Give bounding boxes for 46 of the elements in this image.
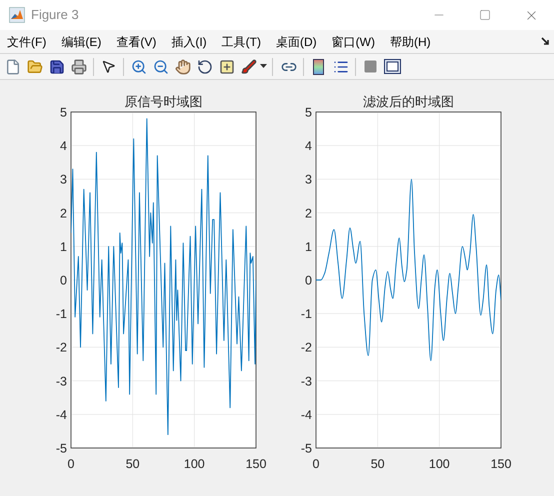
tick-label: -5 xyxy=(300,442,312,456)
window-title: Figure 3 xyxy=(31,6,79,24)
tick-label: -2 xyxy=(56,340,67,355)
menu-item[interactable]: 编辑(E) xyxy=(58,32,104,50)
caret-icon[interactable] xyxy=(260,64,267,69)
tick-label: 5 xyxy=(60,106,67,120)
menu-item[interactable]: 工具(T) xyxy=(218,32,264,50)
tick-label: -1 xyxy=(300,307,312,322)
tick-label: -4 xyxy=(56,408,67,422)
tick-label: -5 xyxy=(56,442,67,456)
tick-label: 100 xyxy=(428,457,450,471)
tick-label: 0 xyxy=(305,274,312,288)
dock-arrow-icon[interactable] xyxy=(541,37,550,46)
tick-label: 3 xyxy=(305,172,312,187)
menu-item[interactable]: 帮助(H) xyxy=(386,32,434,50)
maximize-icon[interactable] xyxy=(479,9,491,21)
tick-label: 50 xyxy=(370,457,385,471)
tick-label: 4 xyxy=(60,139,67,154)
tick-label: 0 xyxy=(68,457,74,471)
menu-item[interactable]: 窗口(W) xyxy=(328,32,378,50)
menu-item[interactable]: 文件(F) xyxy=(4,32,50,50)
tick-label: 5 xyxy=(305,106,312,120)
tick-label: -1 xyxy=(56,307,67,322)
tick-label: 0 xyxy=(60,274,67,288)
tick-label: -4 xyxy=(300,408,312,422)
menu-item[interactable]: 插入(I) xyxy=(168,32,210,50)
tick-label: -3 xyxy=(56,374,67,388)
tick-label: 150 xyxy=(246,457,266,471)
tick-label: 150 xyxy=(490,457,512,471)
tick-label: 2 xyxy=(60,206,67,220)
tick-label: 50 xyxy=(126,457,140,471)
menu-item[interactable]: 桌面(D) xyxy=(272,32,320,50)
tick-label: 4 xyxy=(305,139,312,154)
chart-title: 原信号时域图 xyxy=(124,94,202,109)
tick-label: -2 xyxy=(300,340,312,355)
chart-title: 滤波后的时域图 xyxy=(363,94,454,109)
app-logo-icon xyxy=(9,7,25,23)
plot-tools-icon[interactable] xyxy=(382,56,403,77)
tick-label: 1 xyxy=(305,240,312,254)
tick-label: 2 xyxy=(305,206,312,220)
tick-label: 1 xyxy=(60,240,67,254)
tick-label: 3 xyxy=(60,172,67,187)
tick-label: 0 xyxy=(312,457,320,471)
tick-label: 100 xyxy=(184,457,205,471)
menu-item[interactable]: 查看(V) xyxy=(113,32,160,50)
tick-label: -3 xyxy=(300,374,312,388)
